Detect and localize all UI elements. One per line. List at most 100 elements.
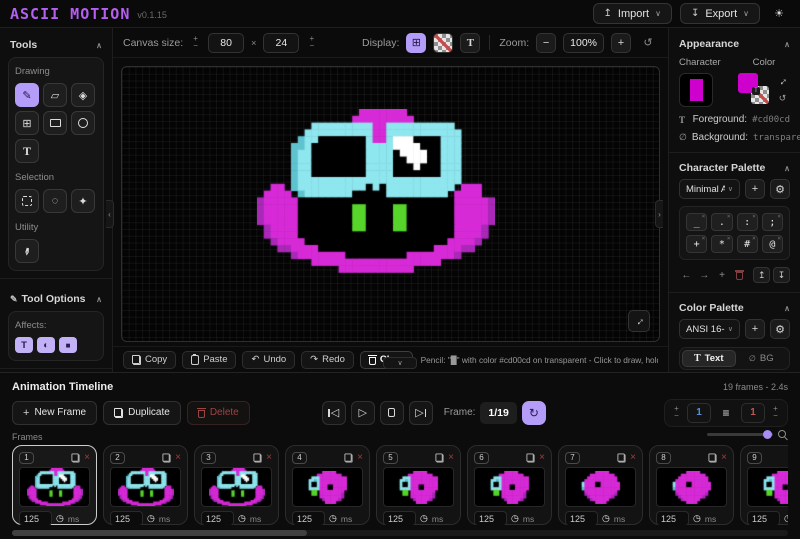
magic-wand-tool-button[interactable]: ✦ — [71, 189, 95, 213]
color-palette-settings-button[interactable]: ⚙ — [770, 319, 790, 339]
delete-frame-icon[interactable]: × — [175, 453, 181, 463]
duplicate-frame-icon[interactable] — [527, 453, 535, 462]
tools-panel-header[interactable]: Tools ∧ — [8, 32, 104, 57]
eraser-tool-button[interactable]: ▱ — [43, 83, 67, 107]
swap-colors-button[interactable]: ↔ — [775, 73, 790, 88]
color-preset-select[interactable]: ANSI 16-Col ∨ — [679, 319, 740, 339]
character-button[interactable]: #× — [737, 235, 758, 253]
delete-frame-icon[interactable]: × — [721, 453, 727, 463]
canvas-height-input[interactable]: 24 — [263, 33, 299, 53]
delete-character-button[interactable] — [732, 267, 747, 283]
import-characters-button[interactable]: ↧ — [773, 267, 790, 283]
zoom-in-button[interactable]: + — [611, 33, 631, 53]
frame-duration-input[interactable]: 125 — [383, 511, 416, 525]
frame-thumbnail[interactable] — [747, 467, 788, 507]
fill-tool-button[interactable]: ◈ — [71, 83, 95, 107]
import-button[interactable]: ↥ Import ∨ — [593, 3, 672, 24]
frame-card[interactable]: 9×125◷ms — [740, 445, 788, 525]
delete-frame-icon[interactable]: × — [266, 453, 272, 463]
remove-character-icon[interactable]: × — [727, 213, 731, 220]
color-palette-header[interactable]: Color Palette ∧ — [679, 302, 790, 319]
export-characters-button[interactable]: ↥ — [753, 267, 770, 283]
copy-button[interactable]: Copy — [123, 351, 176, 369]
frame-card[interactable]: 8×125◷ms — [649, 445, 734, 525]
redo-button[interactable]: ↷Redo — [301, 351, 354, 369]
character-button[interactable]: ;× — [762, 213, 783, 231]
frame-card[interactable]: 1×125◷ms — [12, 445, 97, 525]
duplicate-frame-icon[interactable] — [618, 453, 626, 462]
stop-button[interactable] — [380, 401, 404, 425]
frame-duration-input[interactable]: 125 — [474, 511, 507, 525]
onion-prev-count[interactable]: 1 — [687, 403, 711, 423]
collapse-timeline-handle[interactable]: ∨ — [383, 357, 417, 369]
delete-frame-icon[interactable]: × — [539, 453, 545, 463]
move-character-right-button[interactable]: → — [697, 267, 712, 283]
character-preset-select[interactable]: Minimal ASC ∨ — [679, 179, 740, 199]
delete-frame-icon[interactable]: × — [630, 453, 636, 463]
canvas-width-stepper[interactable]: +− — [190, 36, 201, 49]
remove-character-icon[interactable]: × — [752, 235, 756, 242]
onion-next-count[interactable]: 1 — [741, 403, 765, 423]
character-preview[interactable] — [679, 73, 713, 107]
export-button[interactable]: ↧ Export ∨ — [680, 3, 760, 24]
ellipse-tool-button[interactable] — [71, 111, 95, 135]
onion-skin-toggle[interactable]: ≡ — [716, 403, 736, 423]
zoom-reset-button[interactable]: ↺ — [638, 33, 658, 53]
character-button[interactable]: .× — [711, 213, 732, 231]
frame-thumbnail[interactable] — [565, 467, 636, 507]
delete-frame-button[interactable]: Delete — [187, 401, 250, 425]
canvas-expand-button[interactable]: ↔ — [628, 310, 650, 332]
affects-background-badge[interactable]: ■ — [59, 337, 77, 353]
remove-character-icon[interactable]: × — [777, 213, 781, 220]
frame-card[interactable]: 7×125◷ms — [558, 445, 643, 525]
frame-thumbnail[interactable] — [474, 467, 545, 507]
frame-thumbnail[interactable] — [656, 467, 727, 507]
frame-duration-input[interactable]: 125 — [292, 511, 325, 525]
display-text-toggle[interactable]: T — [460, 33, 480, 53]
rect-select-tool-button[interactable] — [15, 189, 39, 213]
bg-color-tab[interactable]: ∅ BG — [736, 350, 788, 367]
frame-card[interactable]: 4×125◷ms — [285, 445, 370, 525]
character-palette-header[interactable]: Character Palette ∧ — [679, 162, 790, 179]
character-button[interactable]: :× — [737, 213, 758, 231]
canvas-width-input[interactable]: 80 — [208, 33, 244, 53]
display-transparency-toggle[interactable] — [433, 33, 453, 53]
add-character-button[interactable]: + — [715, 267, 730, 283]
new-frame-button[interactable]: + New Frame — [12, 401, 97, 425]
undo-button[interactable]: ↶Undo — [242, 351, 295, 369]
delete-frame-icon[interactable]: × — [84, 453, 90, 463]
onion-prev-stepper[interactable]: +− — [671, 406, 682, 419]
collapse-left-panel-handle[interactable]: ‹ — [106, 200, 114, 228]
frame-card[interactable]: 2×125◷ms — [103, 445, 188, 525]
frame-duration-input[interactable]: 125 — [110, 511, 143, 525]
character-button[interactable]: *× — [711, 235, 732, 253]
theme-toggle-button[interactable]: ☀ — [768, 3, 790, 25]
loop-toggle-button[interactable]: ↻ — [522, 401, 546, 425]
delete-frame-icon[interactable]: × — [448, 453, 454, 463]
drawing-canvas[interactable]: ↔ — [121, 66, 660, 342]
text-tool-button[interactable]: T — [15, 139, 39, 163]
lasso-tool-button[interactable]: ◌ — [43, 189, 67, 213]
character-palette-settings-button[interactable]: ⚙ — [770, 179, 790, 199]
character-button[interactable]: +× — [686, 235, 707, 253]
duplicate-frame-button[interactable]: Duplicate — [103, 401, 181, 425]
frame-card[interactable]: 6×125◷ms — [467, 445, 552, 525]
frame-duration-input[interactable]: 125 — [565, 511, 598, 525]
eyedropper-tool-button[interactable]: ✒ — [15, 239, 39, 263]
canvas-height-stepper[interactable]: +− — [306, 36, 317, 49]
frame-card[interactable]: 5×125◷ms — [376, 445, 461, 525]
character-button[interactable]: _× — [686, 213, 707, 231]
grid-fill-tool-button[interactable]: ⊞ — [15, 111, 39, 135]
duplicate-frame-icon[interactable] — [345, 453, 353, 462]
affects-color-badge[interactable]: ◐ — [37, 337, 55, 353]
duplicate-frame-icon[interactable] — [436, 453, 444, 462]
foreground-swatch[interactable]: T — [738, 73, 758, 93]
frame-thumbnail[interactable] — [292, 467, 363, 507]
frame-thumbnail[interactable] — [201, 467, 272, 507]
remove-character-icon[interactable]: × — [777, 235, 781, 242]
frame-duration-input[interactable]: 125 — [19, 511, 52, 525]
rectangle-tool-button[interactable] — [43, 111, 67, 135]
remove-character-icon[interactable]: × — [702, 213, 706, 220]
duplicate-frame-icon[interactable] — [709, 453, 717, 462]
remove-character-icon[interactable]: × — [752, 213, 756, 220]
